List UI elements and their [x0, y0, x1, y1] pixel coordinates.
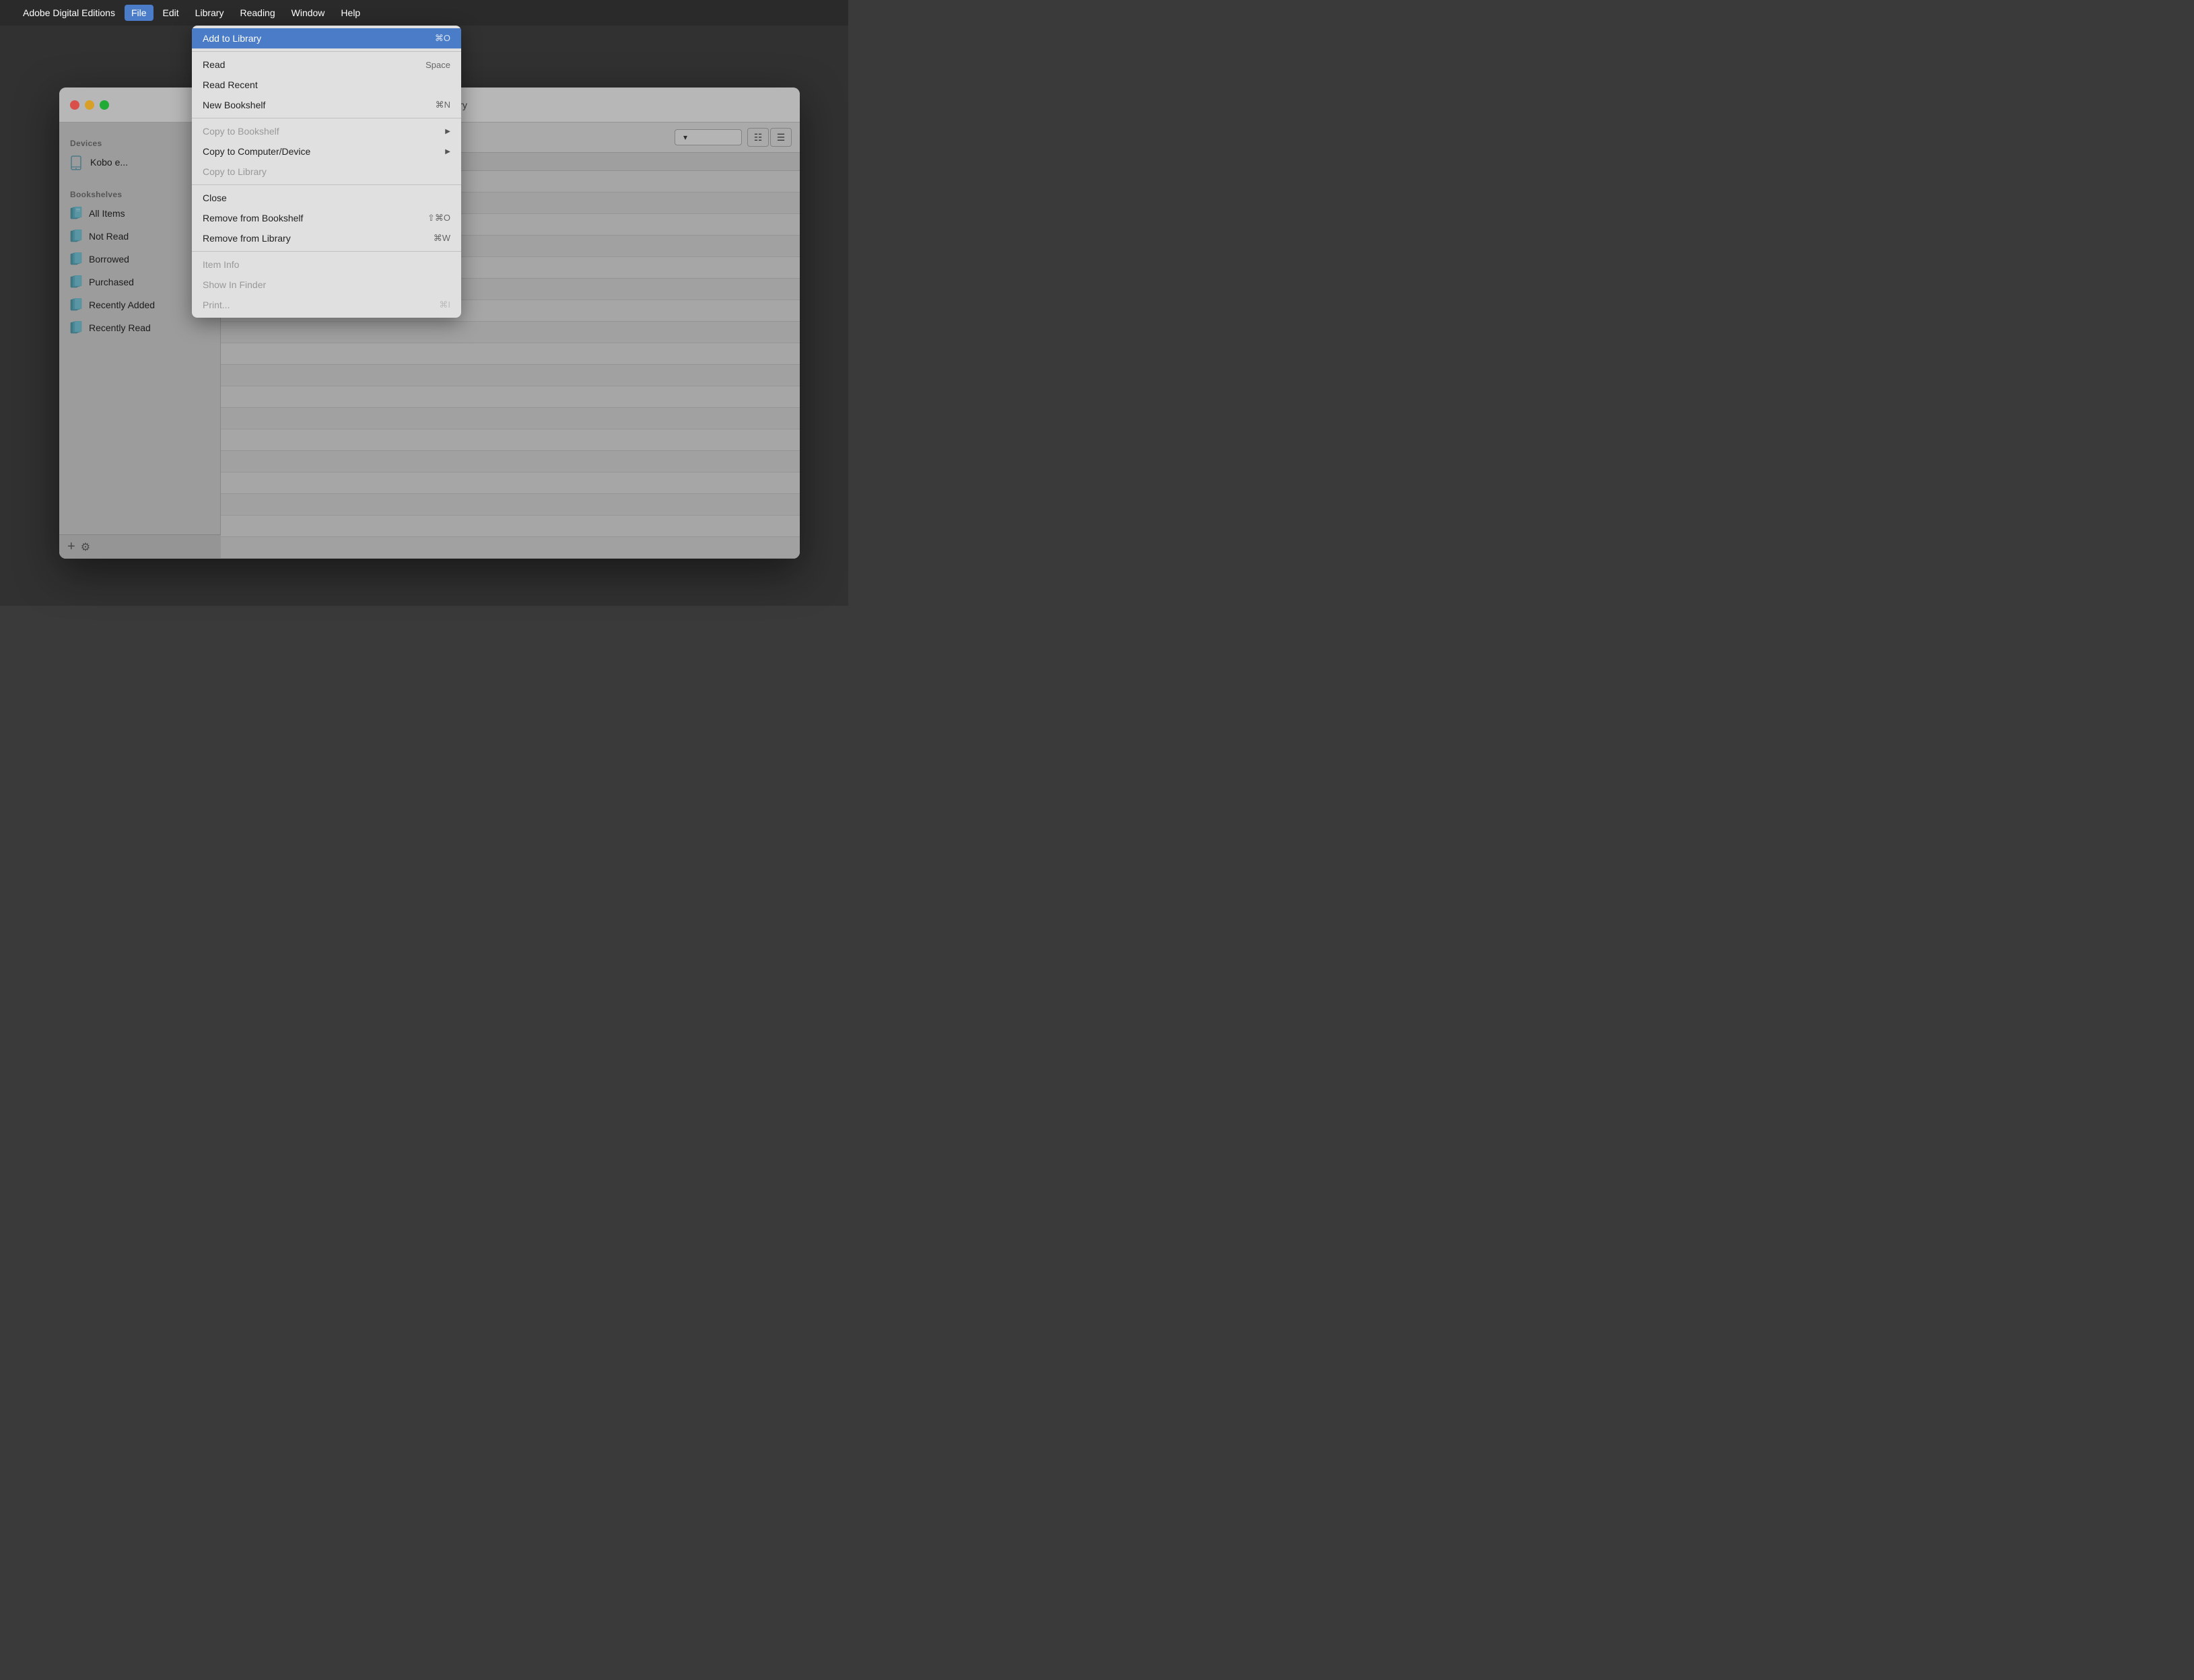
menu-item-remove-from-bookshelf[interactable]: Remove from Bookshelf ⇧⌘O — [192, 208, 461, 228]
menubar-library[interactable]: Library — [188, 5, 231, 21]
separator-4 — [192, 251, 461, 252]
print-label: Print... — [203, 300, 230, 310]
add-to-library-label: Add to Library — [203, 33, 261, 44]
remove-from-library-shortcut: ⌘W — [434, 233, 450, 244]
close-label: Close — [203, 193, 227, 203]
menu-item-copy-to-library[interactable]: Copy to Library — [192, 162, 461, 182]
new-bookshelf-shortcut: ⌘N — [436, 100, 450, 110]
copy-to-computer-label: Copy to Computer/Device — [203, 146, 310, 157]
menubar-edit[interactable]: Edit — [156, 5, 186, 21]
copy-to-library-label: Copy to Library — [203, 166, 267, 177]
menu-item-read[interactable]: Read Space — [192, 55, 461, 75]
separator-1 — [192, 51, 461, 52]
menu-item-close[interactable]: Close — [192, 188, 461, 208]
remove-from-bookshelf-shortcut: ⇧⌘O — [427, 213, 450, 223]
menubar-help[interactable]: Help — [334, 5, 367, 21]
menubar-file[interactable]: File — [125, 5, 153, 21]
menu-item-remove-from-library[interactable]: Remove from Library ⌘W — [192, 228, 461, 248]
read-label: Read — [203, 59, 225, 70]
copy-to-bookshelf-arrow: ▶ — [445, 128, 450, 135]
menubar-app-name[interactable]: Adobe Digital Editions — [16, 5, 122, 21]
menubar: Adobe Digital Editions File Edit Library… — [0, 0, 848, 26]
read-shortcut: Space — [425, 60, 450, 70]
menubar-reading[interactable]: Reading — [233, 5, 281, 21]
copy-to-computer-arrow: ▶ — [445, 148, 450, 155]
separator-3 — [192, 184, 461, 185]
menu-item-item-info[interactable]: Item Info — [192, 254, 461, 275]
add-to-library-shortcut: ⌘O — [435, 33, 450, 44]
read-recent-label: Read Recent — [203, 79, 258, 90]
remove-from-bookshelf-label: Remove from Bookshelf — [203, 213, 303, 223]
menu-item-copy-to-computer[interactable]: Copy to Computer/Device ▶ — [192, 141, 461, 162]
menu-item-print[interactable]: Print... ⌘I — [192, 295, 461, 315]
menu-item-new-bookshelf[interactable]: New Bookshelf ⌘N — [192, 95, 461, 115]
print-shortcut: ⌘I — [439, 300, 450, 310]
show-in-finder-label: Show In Finder — [203, 279, 266, 290]
item-info-label: Item Info — [203, 259, 239, 270]
copy-to-bookshelf-label: Copy to Bookshelf — [203, 126, 279, 137]
menu-item-read-recent[interactable]: Read Recent — [192, 75, 461, 95]
new-bookshelf-label: New Bookshelf — [203, 100, 265, 110]
remove-from-library-label: Remove from Library — [203, 233, 291, 244]
menubar-window[interactable]: Window — [285, 5, 332, 21]
menu-item-add-to-library[interactable]: Add to Library ⌘O — [192, 28, 461, 48]
file-dropdown-menu: Add to Library ⌘O Read Space Read Recent… — [192, 26, 461, 318]
menu-item-copy-to-bookshelf[interactable]: Copy to Bookshelf ▶ — [192, 121, 461, 141]
menu-item-show-in-finder[interactable]: Show In Finder — [192, 275, 461, 295]
